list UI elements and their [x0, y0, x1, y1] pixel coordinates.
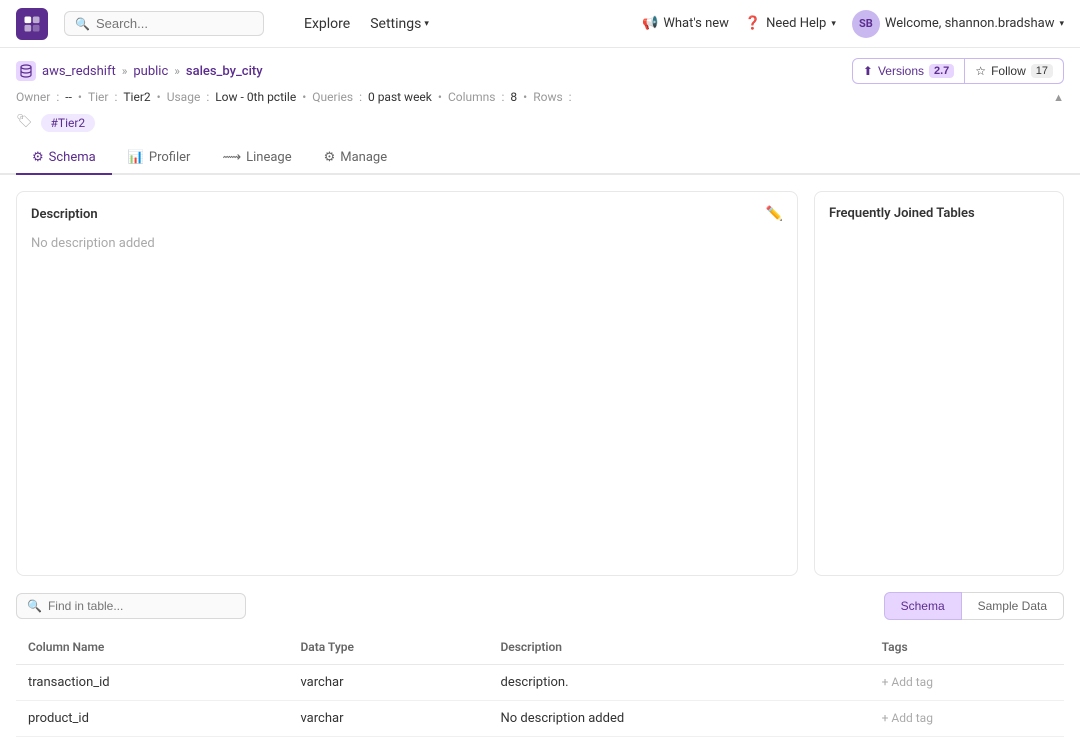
queries-value: 0 past week	[368, 90, 432, 104]
star-icon: ☆	[975, 64, 986, 78]
description-header: Description ✏️	[31, 206, 783, 222]
search-filter-row: 🔍 Schema Sample Data	[16, 592, 1064, 620]
edit-description-icon[interactable]: ✏️	[766, 206, 783, 222]
avatar: SB	[852, 10, 880, 38]
col-tags-0[interactable]: + Add tag	[870, 665, 1064, 701]
main-content: Description ✏️ No description added Freq…	[0, 175, 1080, 592]
schema-icon: ⚙	[32, 150, 44, 165]
description-title: Description	[31, 207, 98, 222]
no-description-text: No description added	[31, 236, 783, 251]
col-header-type: Data Type	[288, 630, 488, 665]
collapse-button[interactable]: ▲	[1053, 91, 1064, 104]
tier2-tag[interactable]: #Tier2	[41, 114, 96, 132]
breadcrumb: aws_redshift » public » sales_by_city	[16, 61, 263, 81]
description-card: Description ✏️ No description added	[16, 191, 798, 576]
help-arrow-icon: ▾	[831, 19, 836, 29]
help-icon: ❓	[745, 16, 761, 31]
breadcrumb-sep-1: »	[122, 64, 128, 78]
lineage-icon: ⟿	[222, 150, 241, 165]
explore-link[interactable]: Explore	[304, 16, 350, 32]
settings-link[interactable]: Settings ▾	[370, 16, 429, 32]
tier-label: Tier	[88, 90, 109, 104]
col-name-0: transaction_id	[16, 665, 288, 701]
usage-label: Usage	[167, 90, 201, 104]
col-header-name: Column Name	[16, 630, 288, 665]
need-help-btn[interactable]: ❓ Need Help ▾	[745, 16, 836, 31]
versions-badge: 2.7	[929, 64, 954, 78]
owner-value: --	[65, 90, 72, 104]
manage-icon: ⚙	[324, 150, 336, 165]
add-tag-1[interactable]: + Add tag	[882, 711, 933, 725]
table-row: transaction_id varchar description. + Ad…	[16, 665, 1064, 701]
profiler-icon: 📊	[128, 150, 144, 165]
tab-schema[interactable]: ⚙ Schema	[16, 142, 112, 175]
breadcrumb-actions: ⬆ Versions 2.7 ☆ Follow 17	[852, 58, 1064, 84]
tags-row: 🏷 #Tier2	[0, 110, 1080, 140]
add-tag-0[interactable]: + Add tag	[882, 675, 933, 689]
breadcrumb-table[interactable]: sales_by_city	[186, 64, 263, 79]
tab-manage[interactable]: ⚙ Manage	[308, 142, 404, 175]
frequently-joined-card: Frequently Joined Tables	[814, 191, 1064, 576]
col-name-1: product_id	[16, 701, 288, 737]
columns-label: Columns	[448, 90, 496, 104]
tier-value: Tier2	[123, 90, 150, 104]
owner-label: Owner	[16, 90, 50, 104]
nav-right: 📢 What's new ❓ Need Help ▾ SB Welcome, s…	[642, 10, 1064, 38]
col-desc-0: description.	[488, 665, 869, 701]
col-tags-1[interactable]: + Add tag	[870, 701, 1064, 737]
breadcrumb-db[interactable]: aws_redshift	[42, 64, 116, 79]
breadcrumb-schema[interactable]: public	[133, 64, 168, 79]
table-search-icon: 🔍	[27, 599, 42, 613]
view-toggle: Schema Sample Data	[884, 592, 1064, 620]
schema-toggle-btn[interactable]: Schema	[884, 592, 962, 620]
joined-title: Frequently Joined Tables	[829, 206, 975, 221]
tab-lineage[interactable]: ⟿ Lineage	[206, 142, 307, 175]
rows-label: Rows	[533, 90, 562, 104]
col-header-tags: Tags	[870, 630, 1064, 665]
search-input[interactable]	[96, 16, 253, 31]
global-search[interactable]: 🔍	[64, 11, 264, 36]
table-search-input[interactable]	[48, 599, 235, 613]
below-content: 🔍 Schema Sample Data Column Name Data Ty…	[0, 592, 1080, 737]
follow-button[interactable]: ☆ Follow 17	[965, 58, 1064, 84]
sample-data-toggle-btn[interactable]: Sample Data	[962, 592, 1064, 620]
col-header-desc: Description	[488, 630, 869, 665]
breadcrumb-bar: aws_redshift » public » sales_by_city ⬆ …	[0, 48, 1080, 84]
tabs-row: ⚙ Schema 📊 Profiler ⟿ Lineage ⚙ Manage	[0, 142, 1080, 175]
tag-icon: 🏷	[16, 114, 33, 132]
versions-icon: ⬆	[863, 64, 873, 78]
db-icon	[16, 61, 36, 81]
user-arrow-icon: ▾	[1059, 19, 1064, 29]
settings-arrow-icon: ▾	[424, 19, 429, 29]
versions-button[interactable]: ⬆ Versions 2.7	[852, 58, 965, 84]
breadcrumb-sep-2: »	[174, 64, 180, 78]
col-type-1: varchar	[288, 701, 488, 737]
col-type-0: varchar	[288, 665, 488, 701]
table-header-row: Column Name Data Type Description Tags	[16, 630, 1064, 665]
search-icon: 🔍	[75, 17, 90, 31]
columns-value: 8	[510, 90, 517, 104]
usage-value: Low - 0th pctile	[215, 90, 296, 104]
queries-label: Queries	[312, 90, 353, 104]
col-desc-1: No description added	[488, 701, 869, 737]
megaphone-icon: 📢	[642, 16, 658, 31]
table-row: product_id varchar No description added …	[16, 701, 1064, 737]
top-nav: 🔍 Explore Settings ▾ 📢 What's new ❓ Need…	[0, 0, 1080, 48]
whats-new-btn[interactable]: 📢 What's new	[642, 16, 729, 31]
columns-table: Column Name Data Type Description Tags t…	[16, 630, 1064, 737]
logo	[16, 8, 48, 40]
follow-count-badge: 17	[1031, 64, 1053, 78]
tab-profiler[interactable]: 📊 Profiler	[112, 142, 207, 175]
meta-row: Owner : -- • Tier : Tier2 • Usage : Low …	[0, 84, 1080, 110]
user-menu[interactable]: SB Welcome, shannon.bradshaw ▾	[852, 10, 1064, 38]
nav-links: Explore Settings ▾	[304, 16, 429, 32]
joined-header: Frequently Joined Tables	[829, 206, 1049, 221]
